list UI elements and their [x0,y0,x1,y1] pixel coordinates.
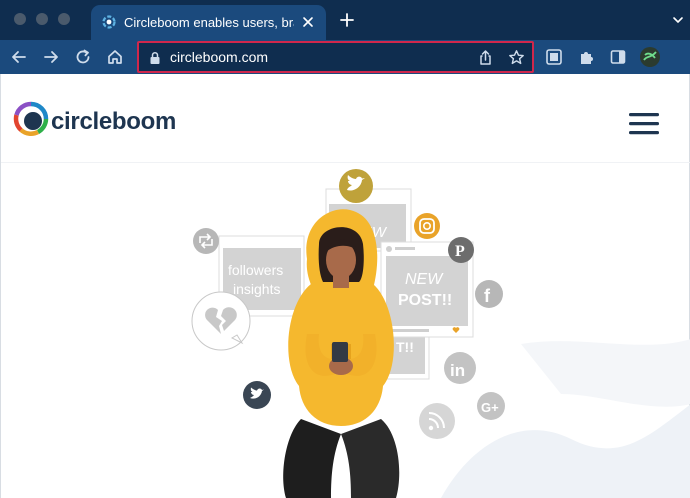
web-page: circleboom NEW T!! followers insights [0,74,690,498]
instagram-icon [414,213,440,239]
window-close-dot[interactable] [14,13,26,25]
bookmark-star-icon[interactable] [508,49,525,66]
new-label: NEW [405,271,444,288]
browser-tab[interactable]: Circleboom enables users, brands [91,5,326,40]
reload-icon[interactable] [74,48,92,66]
svg-text:P: P [455,243,465,260]
tab-strip: Circleboom enables users, brands [0,0,690,40]
followers-label: followers [228,262,283,278]
twitter-icon [339,169,373,203]
extensions-puzzle-icon[interactable] [578,48,596,66]
insights-label: insights [233,281,280,297]
broken-heart-icon [191,291,251,351]
circleboom-favicon-icon [102,15,116,29]
header-divider [1,162,690,163]
linkedin-icon: in [444,352,476,384]
window-zoom-dot[interactable] [58,13,70,25]
circleboom-logo-icon[interactable] [13,101,49,137]
facebook-icon: f [475,280,503,308]
lock-icon [150,51,160,64]
home-icon[interactable] [106,48,124,66]
tab-title: Circleboom enables users, brands [124,15,294,30]
svg-text:in: in [450,361,465,380]
close-icon[interactable] [301,15,315,29]
svg-text:f: f [484,286,491,306]
window-minimize-dot[interactable] [36,13,48,25]
twitter-icon [243,381,271,409]
tab-search-chevron-icon[interactable] [672,14,684,26]
rss-icon [419,403,455,439]
retweet-icon [193,228,219,254]
url-text: circleboom.com [170,49,269,65]
google-plus-icon: G+ [477,392,505,420]
pinterest-icon: P [448,237,474,263]
logo-wordmark[interactable]: circleboom [51,109,176,135]
back-arrow-icon[interactable] [10,48,28,66]
phone-icon [332,342,348,362]
profile-avatar-icon[interactable] [639,46,661,68]
lower-post-text: T!! [396,339,414,355]
share-icon[interactable] [477,49,494,66]
new-tab-plus-icon[interactable] [339,12,355,28]
svg-text:G+: G+ [481,400,499,415]
post-label: POST!! [398,292,452,309]
address-bar[interactable]: circleboom.com [137,41,534,73]
side-panel-icon[interactable] [609,48,627,66]
hamburger-menu-icon[interactable] [627,111,661,137]
forward-arrow-icon[interactable] [42,48,60,66]
hero-illustration: NEW T!! followers insights NEW POST!! [191,169,690,498]
screenshot-extension-icon[interactable] [545,48,563,66]
